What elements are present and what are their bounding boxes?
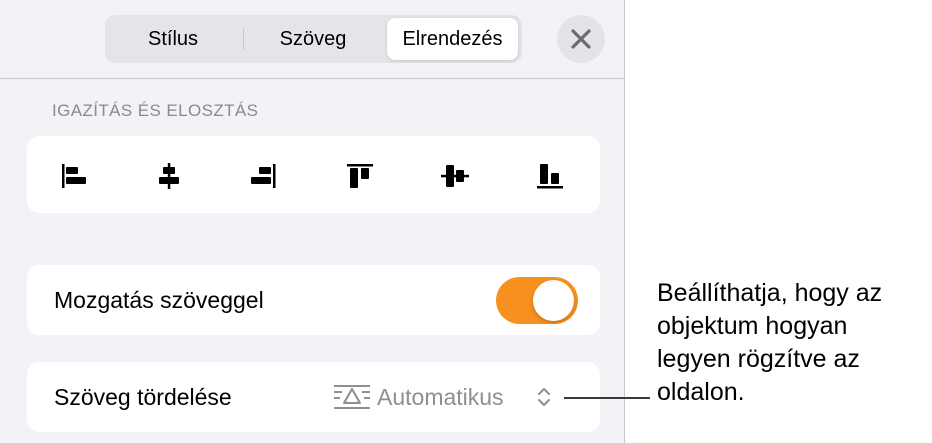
segment-divider (243, 28, 244, 50)
chevron-up-down-icon (538, 388, 550, 406)
move-with-text-toggle[interactable] (496, 277, 578, 324)
callout-line: legyen rögzítve az (657, 345, 860, 373)
align-left-icon[interactable] (55, 158, 91, 194)
callout-line: oldalon. (657, 378, 745, 406)
callout-line: Beállíthatja, hogy az (657, 279, 883, 307)
text-wrap-icon (334, 385, 370, 409)
close-icon (571, 29, 591, 49)
move-with-text-label: Mozgatás szöveggel (54, 287, 264, 313)
callout-text: Beállíthatja, hogy az objektum hogyan le… (657, 277, 927, 409)
text-wrap-row[interactable]: Szöveg tördelése Automatikus (27, 362, 600, 432)
panel-header: Stílus Szöveg Elrendezés (0, 0, 624, 79)
format-panel: Stílus Szöveg Elrendezés IGAZÍTÁS ÉS ELO… (0, 0, 625, 443)
align-right-icon[interactable] (246, 158, 282, 194)
move-with-text-row: Mozgatás szöveggel (27, 265, 600, 335)
section-title: IGAZÍTÁS ÉS ELOSZTÁS (52, 101, 259, 120)
tab-segmented-control: Stílus Szöveg Elrendezés (105, 15, 522, 63)
tab-arrange[interactable]: Elrendezés (387, 18, 518, 60)
close-button[interactable] (557, 15, 605, 63)
toggle-knob (533, 280, 574, 321)
tab-text[interactable]: Szöveg (245, 18, 381, 60)
align-middle-vertical-icon[interactable] (437, 158, 473, 194)
text-wrap-label: Szöveg tördelése (54, 384, 232, 410)
text-wrap-value: Automatikus (377, 384, 504, 410)
align-center-horizontal-icon[interactable] (151, 158, 187, 194)
tab-style[interactable]: Stílus (109, 18, 237, 60)
callout-line: objektum hogyan (657, 312, 848, 340)
align-bottom-icon[interactable] (532, 158, 568, 194)
align-top-icon[interactable] (342, 158, 378, 194)
callout-leader-line (564, 397, 650, 399)
alignment-card (27, 136, 600, 213)
